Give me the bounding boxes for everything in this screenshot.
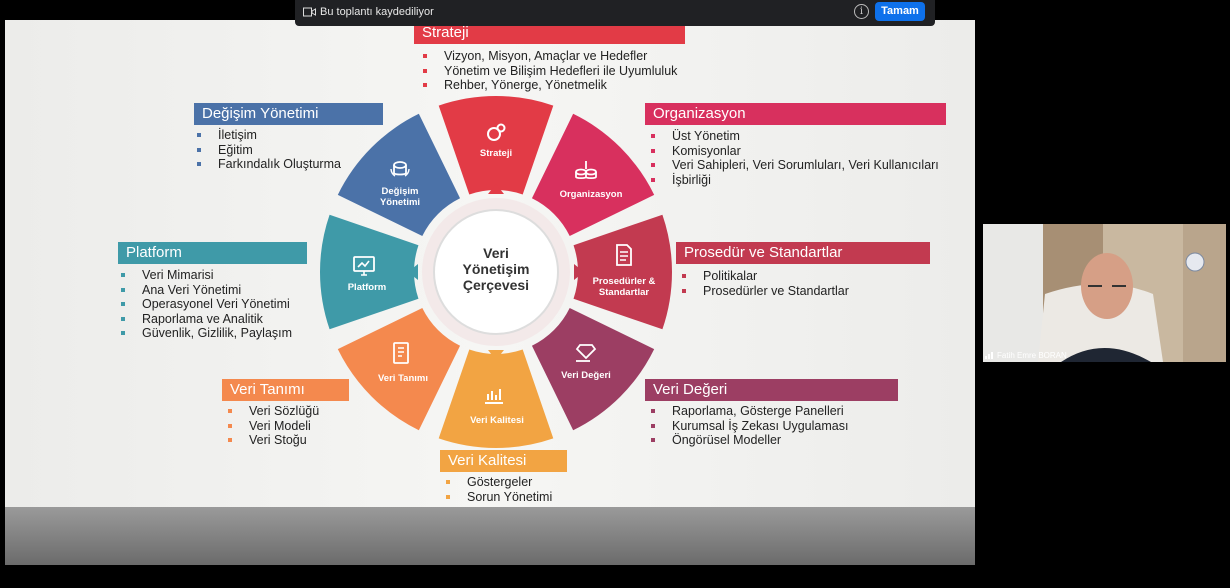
list-item: Eğitim [194,143,341,158]
data-dictionary-book-icon [393,342,409,364]
list-strateji: Vizyon, Misyon, Amaçlar ve Hedefler Yöne… [420,49,677,93]
participant-name: Fatih Emre BORAN [997,351,1067,360]
signal-strength-icon [985,352,993,359]
ok-button[interactable]: Tamam [875,2,925,21]
section-title-veri-degeri: Veri Değeri [645,379,898,401]
segment-label-strateji: Strateji [479,148,513,159]
list-item: Komisyonlar [648,144,939,159]
video-camera-icon [303,7,316,17]
platform-monitor-icon [353,256,375,276]
list-item: Ana Veri Yönetimi [118,283,292,298]
list-item: Operasyonel Veri Yönetimi [118,297,292,312]
list-platform: Veri Mimarisi Ana Veri Yönetimi Operasyo… [118,268,292,341]
list-degisim: İletişim Eğitim Farkındalık Oluşturma [194,128,341,172]
list-item: Yönetim ve Bilişim Hedefleri ile Uyumlul… [420,64,677,79]
list-item: Veri Sözlüğü [225,404,319,419]
segment-label-veri-degeri: Veri Değeri [561,370,611,381]
list-item: Güvenlik, Gizlilik, Paylaşım [118,326,292,341]
participant-video-feed [983,224,1226,362]
list-veri-kalitesi: Göstergeler Sorun Yönetimi [443,475,552,504]
section-title-platform: Platform [118,242,307,264]
strategy-gears-icon [487,123,506,141]
list-item: Rehber, Yönerge, Yönetmelik [420,78,677,93]
segment-label-veri-kalitesi: Veri Kalitesi [470,415,524,426]
change-management-cycle-icon [390,161,410,177]
list-item: Raporlama, Gösterge Panelleri [648,404,848,419]
list-item: Veri Modeli [225,419,319,434]
section-title-degisim: Değişim Yönetimi [194,103,383,125]
list-item: Veri Mimarisi [118,268,292,283]
segment-label-prosedur: Prosedürler & Standartlar [592,276,656,298]
document-icon [616,244,632,266]
list-item: Sorun Yönetimi [443,490,552,505]
wheel-segment-veri_tanimi [337,307,461,431]
list-item: Farkındalık Oluşturma [194,157,341,172]
list-item: İşbirliği [648,173,939,188]
section-title-prosedur: Prosedür ve Standartlar [676,242,930,264]
list-item: Veri Stoğu [225,433,319,448]
organization-database-icon [575,161,597,180]
list-veri-tanimi: Veri Sözlüğü Veri Modeli Veri Stoğu [225,404,319,448]
recording-notification-bar: Bu toplantı kaydediliyor i Tamam [295,0,935,26]
list-item: Prosedürler ve Standartlar [679,284,849,299]
list-prosedur: Politikalar Prosedürler ve Standartlar [679,269,849,298]
wheel-segment-strateji [438,96,554,195]
list-item: Raporlama ve Analitik [118,312,292,327]
list-item: Öngörüsel Modeller [648,433,848,448]
participant-video-tile[interactable]: Fatih Emre BORAN [983,224,1226,362]
list-item: Göstergeler [443,475,552,490]
diamond-hand-icon [575,344,597,362]
section-title-veri-tanimi: Veri Tanımı [222,379,349,401]
info-icon[interactable]: i [854,4,869,19]
segment-label-organizasyon: Organizasyon [559,189,623,200]
wheel-segment-prosedur [573,214,672,330]
list-item: İletişim [194,128,341,143]
list-veri-degeri: Raporlama, Gösterge Panelleri Kurumsal İ… [648,404,848,448]
section-title-organizasyon: Organizasyon [645,103,946,125]
segment-label-veri-tanimi: Veri Tanımı [378,373,428,384]
list-item: Kurumsal İş Zekası Uygulaması [648,419,848,434]
list-item: Üst Yönetim [648,129,939,144]
recording-text: Bu toplantı kaydediliyor [320,6,434,18]
wheel-center-title: Veri Yönetişim Çerçevesi [462,245,530,293]
segment-label-platform: Platform [347,282,387,293]
list-item: Vizyon, Misyon, Amaçlar ve Hedefler [420,49,677,64]
list-organizasyon: Üst Yönetim Komisyonlar Veri Sahipleri, … [648,129,939,187]
list-item: Veri Sahipleri, Veri Sorumluları, Veri K… [648,158,939,173]
list-item: Politikalar [679,269,849,284]
quality-chart-icon [485,389,503,404]
section-title-veri-kalitesi: Veri Kalitesi [440,450,567,472]
segment-label-degisim: Değişim Yönetimi [379,186,421,208]
